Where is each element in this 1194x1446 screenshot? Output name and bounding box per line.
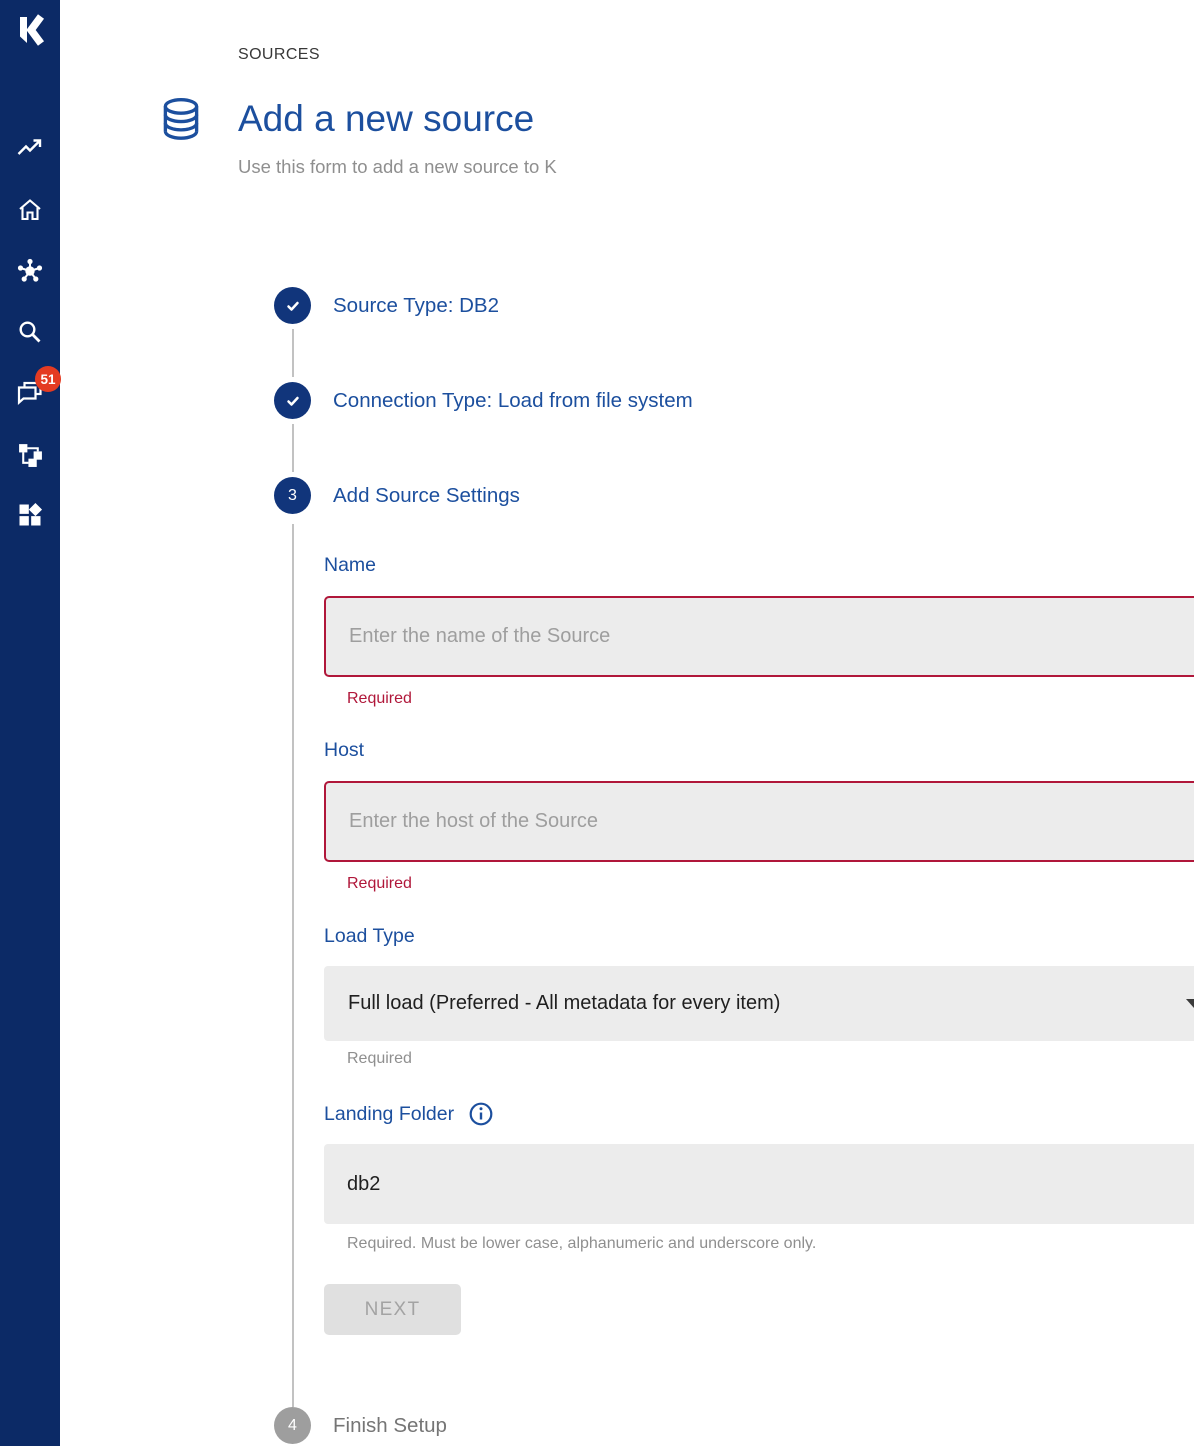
sidebar-item-lineage[interactable] [15, 439, 45, 469]
sidebar-item-chat[interactable]: 51 [15, 378, 45, 408]
info-icon[interactable] [468, 1101, 494, 1127]
sidebar-item-home[interactable] [15, 195, 45, 225]
app-root: 51 [0, 0, 1194, 1446]
k-logo-icon [10, 10, 50, 50]
tree-icon [17, 441, 44, 468]
app-logo[interactable] [10, 10, 50, 50]
step-4-label: Finish Setup [333, 1414, 447, 1438]
sidebar-nav: 51 [15, 134, 45, 530]
landing-folder-label-row: Landing Folder [324, 1101, 1194, 1127]
step-1-circle [274, 287, 311, 324]
load-type-field-group: Load Type Full load (Preferred - All met… [324, 925, 1194, 1068]
sidebar-item-trends[interactable] [15, 134, 45, 164]
step-connection-type[interactable]: Connection Type: Load from file system [274, 382, 1194, 419]
step-3-label: Add Source Settings [333, 484, 520, 508]
name-field-label: Name [324, 554, 1194, 577]
landing-folder-field-group: Landing Folder Required. Must be lower c… [324, 1101, 1194, 1253]
page-subtitle: Use this form to add a new source to K [238, 156, 1194, 178]
home-icon [16, 196, 44, 224]
widgets-icon [16, 501, 44, 529]
landing-folder-label: Landing Folder [324, 1103, 454, 1126]
stepper: Source Type: DB2 Connection Type: Load f… [274, 287, 1194, 1444]
check-icon [283, 296, 303, 316]
database-icon [158, 96, 204, 151]
landing-folder-helper-text: Required. Must be lower case, alphanumer… [347, 1235, 1194, 1253]
host-required-text: Required [347, 875, 1194, 893]
trending-up-icon [16, 135, 44, 163]
chevron-down-icon [1186, 999, 1194, 1008]
landing-folder-input[interactable] [324, 1144, 1194, 1224]
name-field-group: Name Required [324, 554, 1194, 708]
sidebar-item-search[interactable] [15, 317, 45, 347]
load-type-label: Load Type [324, 925, 1194, 948]
step-3-circle: 3 [274, 477, 311, 514]
sidebar: 51 [0, 0, 60, 1446]
step-3-content: Name Required Host Required Load Type Fu… [292, 524, 1194, 1407]
step-connector [292, 329, 294, 377]
sidebar-item-hub[interactable] [15, 256, 45, 286]
load-type-value: Full load (Preferred - All metadata for … [348, 992, 780, 1015]
host-field-label: Host [324, 739, 1194, 762]
host-field-group: Host Required [324, 739, 1194, 893]
step-source-type[interactable]: Source Type: DB2 [274, 287, 1194, 324]
step-1-label: Source Type: DB2 [333, 294, 499, 318]
step-add-source-settings[interactable]: 3 Add Source Settings [274, 477, 1194, 514]
source-settings-form: Name Required Host Required Load Type Fu… [324, 554, 1194, 1335]
notification-badge: 51 [35, 366, 61, 392]
hub-icon [16, 257, 44, 285]
name-required-text: Required [347, 690, 1194, 708]
main-content: SOURCES Add a new source Use this form t… [60, 0, 1194, 1446]
load-type-required-text: Required [347, 1050, 1194, 1068]
step-2-circle [274, 382, 311, 419]
name-input[interactable] [324, 596, 1194, 677]
step-connector [292, 424, 294, 472]
step-2-label: Connection Type: Load from file system [333, 389, 693, 413]
load-type-select[interactable]: Full load (Preferred - All metadata for … [324, 966, 1194, 1041]
page-title: Add a new source [238, 96, 1194, 142]
step-4-circle: 4 [274, 1407, 311, 1444]
sidebar-item-apps[interactable] [15, 500, 45, 530]
check-icon [283, 391, 303, 411]
host-input[interactable] [324, 781, 1194, 862]
search-icon [16, 318, 44, 346]
breadcrumb: SOURCES [238, 46, 1194, 64]
step-finish-setup: 4 Finish Setup [274, 1407, 1194, 1444]
next-button[interactable]: NEXT [324, 1284, 461, 1335]
